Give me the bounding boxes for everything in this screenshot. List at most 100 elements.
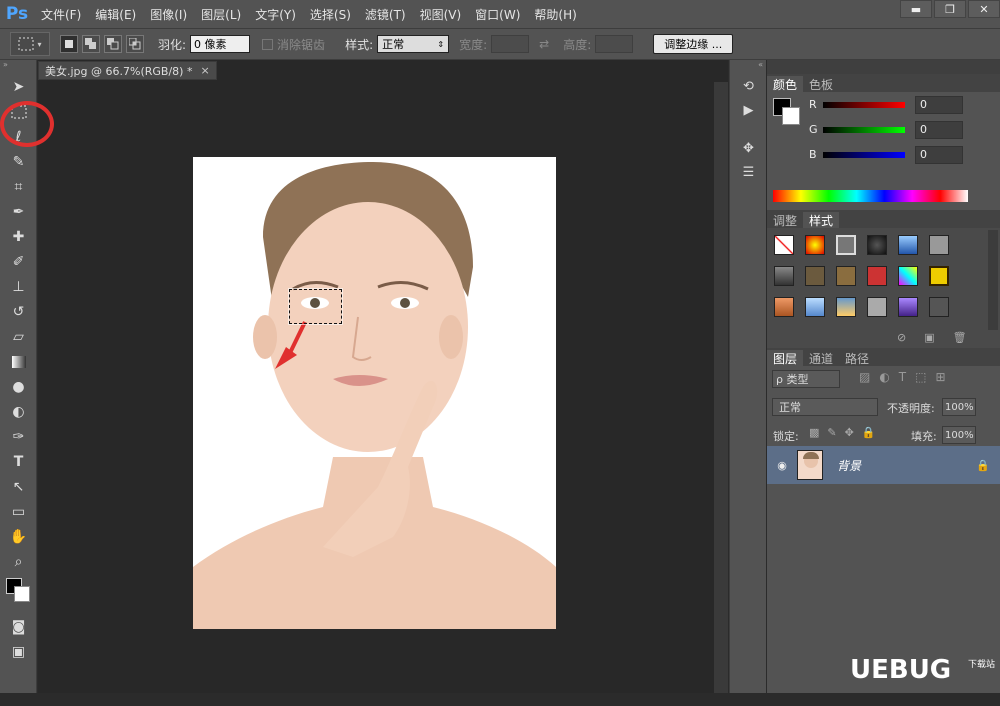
style-none[interactable] [768, 229, 799, 260]
close-tab-icon[interactable]: × [200, 64, 209, 77]
screen-mode-icon[interactable]: ▣ [0, 639, 37, 664]
close-button[interactable]: ✕ [968, 0, 1000, 18]
tab-swatches[interactable]: 色板 [803, 76, 839, 92]
blend-mode-select[interactable]: 正常 [772, 398, 878, 416]
menu-edit[interactable]: 编辑(E) [95, 6, 136, 23]
blur-tool-icon[interactable]: ● [0, 374, 37, 399]
history-icon[interactable]: ⟲ [730, 74, 767, 98]
style-item[interactable] [768, 291, 799, 322]
background-swatch[interactable] [14, 586, 30, 602]
eyedropper-tool-icon[interactable]: ✒ [0, 199, 37, 224]
menu-image[interactable]: 图像(I) [150, 6, 187, 23]
style-item[interactable] [799, 291, 830, 322]
fill-input[interactable]: 100% [942, 426, 976, 444]
menu-file[interactable]: 文件(F) [41, 6, 81, 23]
properties-icon[interactable]: ☰ [730, 160, 767, 184]
layer-filter-select[interactable]: ρ 类型 [772, 370, 840, 388]
style-item[interactable] [830, 260, 861, 291]
style-item[interactable] [861, 291, 892, 322]
width-input[interactable] [491, 35, 530, 53]
intersect-selection-button[interactable] [126, 35, 144, 53]
dodge-tool-icon[interactable]: ◐ [0, 399, 37, 424]
shape-tool-icon[interactable]: ▭ [0, 499, 37, 524]
menu-layer[interactable]: 图层(L) [201, 6, 241, 23]
style-item[interactable] [799, 260, 830, 291]
collapse-icon[interactable]: » [0, 60, 36, 74]
lock-icons[interactable]: ▩✎✥🔒 [809, 426, 884, 439]
quick-mask-icon[interactable]: ◙ [0, 614, 37, 639]
new-selection-button[interactable] [60, 35, 78, 53]
menu-filter[interactable]: 滤镜(T) [365, 6, 406, 23]
move-tool-icon[interactable]: ➤ [0, 74, 37, 99]
healing-tool-icon[interactable]: ✚ [0, 224, 37, 249]
red-value[interactable]: 0 [915, 95, 963, 114]
menu-type[interactable]: 文字(Y) [255, 6, 296, 23]
marquee-selection[interactable] [289, 289, 342, 324]
gradient-tool-icon[interactable] [0, 349, 37, 374]
color-swatches[interactable] [0, 574, 36, 614]
swap-icon[interactable]: ⇄ [539, 37, 549, 51]
brush-presets-icon[interactable]: ✥ [730, 136, 767, 160]
history-brush-tool-icon[interactable]: ↺ [0, 299, 37, 324]
menu-window[interactable]: 窗口(W) [475, 6, 520, 23]
feather-input[interactable]: 0 像素 [190, 35, 251, 53]
opacity-input[interactable]: 100% [942, 398, 976, 416]
style-item[interactable] [861, 229, 892, 260]
vertical-scrollbar[interactable] [714, 82, 728, 693]
quick-select-tool-icon[interactable]: ✎ [0, 149, 37, 174]
menu-select[interactable]: 选择(S) [310, 6, 351, 23]
menu-view[interactable]: 视图(V) [420, 6, 462, 23]
blue-slider[interactable] [823, 151, 905, 158]
type-tool-icon[interactable]: T [0, 449, 37, 474]
collapse-dock-icon[interactable]: « [730, 60, 766, 74]
style-item[interactable] [892, 291, 923, 322]
layer-row[interactable]: ◉ 背景 🔒 [767, 446, 1000, 484]
styles-footer-icons[interactable]: ⊘▣🗑 [897, 331, 985, 344]
minimize-button[interactable]: ▬ [900, 0, 932, 18]
image-canvas[interactable] [193, 157, 556, 629]
tab-channels[interactable]: 通道 [803, 350, 839, 366]
green-slider[interactable] [823, 126, 905, 133]
tab-layers[interactable]: 图层 [767, 350, 804, 366]
tab-styles[interactable]: 样式 [803, 212, 840, 228]
add-selection-button[interactable] [82, 35, 100, 53]
crop-tool-icon[interactable]: ⌗ [0, 174, 37, 199]
style-item[interactable] [830, 291, 861, 322]
zoom-tool-icon[interactable]: ⌕ [0, 549, 37, 574]
refine-edge-button[interactable]: 调整边缘 ... [653, 34, 734, 54]
pen-tool-icon[interactable]: ✑ [0, 424, 37, 449]
style-item[interactable] [892, 260, 923, 291]
brush-tool-icon[interactable]: ✐ [0, 249, 37, 274]
style-item[interactable] [923, 260, 954, 291]
style-item[interactable] [768, 260, 799, 291]
style-item[interactable] [892, 229, 923, 260]
styles-scrollbar[interactable] [988, 230, 998, 330]
style-select[interactable]: 正常 ⇕ [377, 35, 450, 53]
red-slider[interactable] [823, 101, 905, 108]
eye-icon[interactable]: ◉ [767, 459, 797, 472]
style-item[interactable] [830, 229, 861, 260]
eraser-tool-icon[interactable]: ▱ [0, 324, 37, 349]
style-item[interactable] [861, 260, 892, 291]
style-item[interactable] [799, 229, 830, 260]
layer-filter-icons[interactable]: ▨◐T⬚⊞ [859, 370, 955, 384]
tab-color[interactable]: 颜色 [767, 76, 804, 92]
menu-help[interactable]: 帮助(H) [534, 6, 576, 23]
restore-button[interactable]: ❐ [934, 0, 966, 18]
green-value[interactable]: 0 [915, 120, 963, 139]
hand-tool-icon[interactable]: ✋ [0, 524, 37, 549]
style-item[interactable] [923, 229, 954, 260]
tab-paths[interactable]: 路径 [839, 350, 875, 366]
style-item[interactable] [923, 291, 954, 322]
subtract-selection-button[interactable] [104, 35, 122, 53]
color-bg-swatch[interactable] [782, 107, 800, 125]
tab-adjustments[interactable]: 调整 [767, 212, 803, 228]
blue-value[interactable]: 0 [915, 145, 963, 164]
antialias-checkbox[interactable] [262, 38, 274, 50]
actions-play-icon[interactable]: ▶ [730, 98, 767, 122]
tool-preset-picker[interactable]: ▾ [10, 32, 50, 56]
stamp-tool-icon[interactable]: ⊥ [0, 274, 37, 299]
document-tab[interactable]: 美女.jpg @ 66.7%(RGB/8) * × [38, 61, 217, 80]
path-select-tool-icon[interactable]: ↖ [0, 474, 37, 499]
color-spectrum[interactable] [773, 190, 968, 202]
